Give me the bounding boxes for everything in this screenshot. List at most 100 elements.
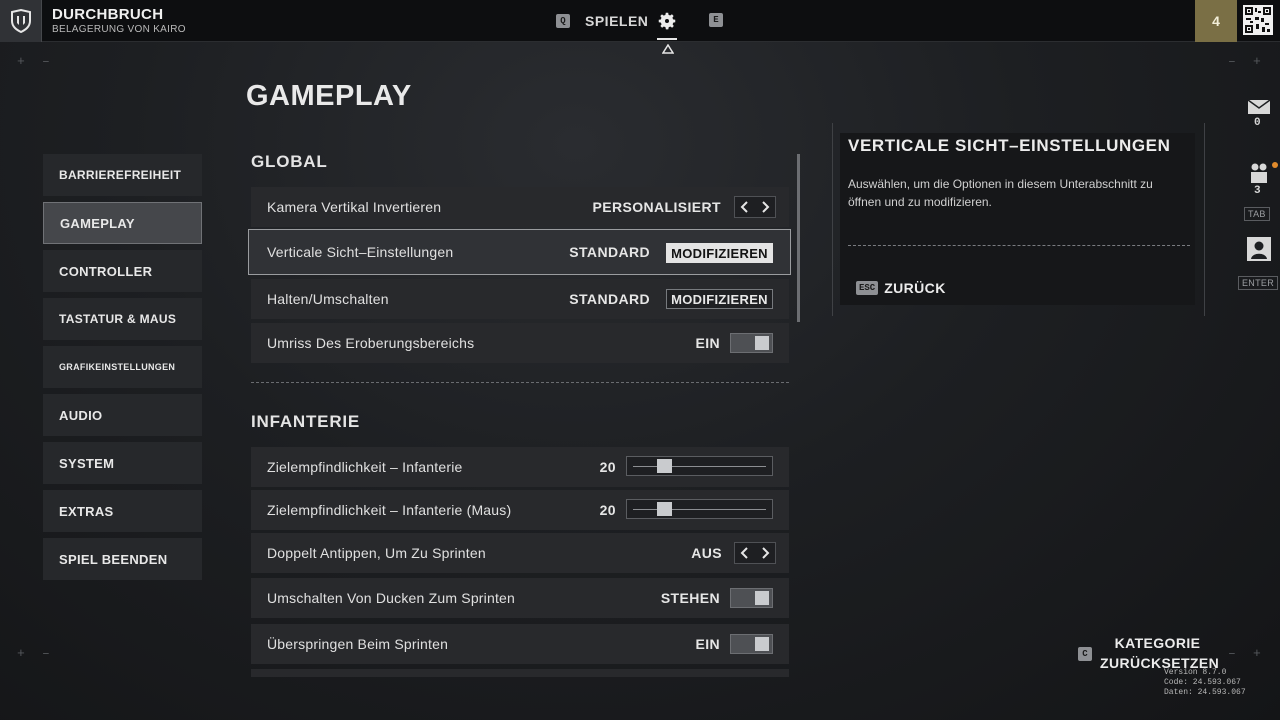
setting-label: Umriss Des Eroberungsbereichs [267, 335, 475, 351]
setting-value: STANDARD [569, 244, 650, 260]
setting-label: Kamera Vertikal Invertieren [267, 199, 442, 215]
sensitivity-slider[interactable] [626, 456, 773, 476]
top-bar: DURCHBRUCH BELAGERUNG VON KAIRO Q SPIELE… [0, 0, 1280, 42]
profile-icon [1247, 237, 1271, 261]
modify-button[interactable]: MODIFIZIEREN [666, 243, 773, 263]
toggle-knob [755, 637, 769, 651]
reset-category-button[interactable]: KATEGORIE ZURÜCKSETZEN [1100, 633, 1219, 673]
setting-value: AUS [691, 545, 722, 561]
squad-count: 3 [1254, 185, 1261, 197]
mode-logo [0, 0, 42, 42]
setting-label: Halten/Umschalten [267, 291, 389, 307]
sidebar-item-controller[interactable]: CONTROLLER [43, 250, 202, 292]
setting-label: Verticale Sicht–Einstellungen [267, 244, 454, 260]
option-selector[interactable] [734, 196, 776, 218]
squad-icon [1251, 163, 1267, 183]
setting-value: STEHEN [660, 590, 720, 606]
sidebar-item-extras[interactable]: EXTRAS [43, 490, 202, 532]
slider-track [633, 466, 766, 467]
active-tab-indicator [657, 38, 677, 40]
back-button[interactable]: ESC ZURÜCK [856, 280, 946, 296]
setting-label: Zielempfindlichkeit – Infanterie [267, 459, 463, 475]
nav-left-key[interactable]: Q [556, 14, 570, 28]
setting-row-kamera-vertikal[interactable]: Kamera Vertikal Invertieren PERSONALISIE… [251, 187, 789, 227]
reset-key: C [1078, 647, 1092, 661]
slider-thumb[interactable] [656, 502, 672, 516]
setting-label: Zielempfindlichkeit – Infanterie (Maus) [267, 502, 512, 518]
sidebar-item-tastatur-maus[interactable]: TASTATUR & MAUS [43, 298, 202, 340]
chevron-right-icon[interactable] [760, 201, 770, 213]
setting-label: Überspringen Beim Sprinten [267, 636, 449, 652]
sidebar-item-spiel-beenden[interactable]: SPIEL BEENDEN [43, 538, 202, 580]
profile-button[interactable] [1241, 234, 1277, 264]
mode-subtitle: BELAGERUNG VON KAIRO [52, 24, 186, 35]
notification-dot [1272, 162, 1278, 168]
sidebar-item-system[interactable]: SYSTEM [43, 442, 202, 484]
corner-mark: – [42, 646, 50, 661]
version-line: Version 8.7.0 [1164, 668, 1227, 677]
corner-mark: + [17, 54, 25, 69]
chevron-left-icon[interactable] [740, 201, 750, 213]
corner-mark: – [42, 54, 50, 69]
slider-thumb[interactable] [656, 459, 672, 473]
scrollbar[interactable] [797, 154, 800, 322]
section-title-infanterie: INFANTERIE [251, 412, 361, 431]
setting-row-doppelt-antippen[interactable]: Doppelt Antippen, Um Zu Sprinten AUS [251, 533, 789, 573]
setting-row-partial [251, 669, 789, 677]
toggle-knob [755, 336, 769, 350]
toggle-switch[interactable] [730, 588, 773, 608]
profile-key: ENTER [1238, 276, 1279, 290]
setting-row-verticale-sicht[interactable]: Verticale Sicht–Einstellungen STANDARD M… [248, 229, 791, 275]
info-description: Auswählen, um die Optionen in diesem Unt… [848, 177, 1153, 209]
option-selector[interactable] [734, 542, 776, 564]
section-title-global: GLOBAL [251, 152, 328, 171]
toggle-knob [755, 591, 769, 605]
nav-play-tab[interactable]: SPIELEN [585, 13, 648, 29]
setting-row-umriss-eroberungsbereich[interactable]: Umriss Des Eroberungsbereichs EIN [251, 323, 789, 363]
setting-row-ueberspringen-sprinten[interactable]: Überspringen Beim Sprinten EIN [251, 624, 789, 664]
gear-icon[interactable] [656, 10, 678, 32]
corner-mark: – [1228, 54, 1236, 69]
setting-label: Umschalten Von Ducken Zum Sprinten [267, 590, 516, 606]
data-line: Daten: 24.593.067 [1164, 688, 1246, 697]
section-divider [251, 382, 789, 383]
qr-icon[interactable] [1243, 5, 1273, 35]
version-info: Version 8.7.0 Code: 24.593.067 Daten: 24… [1164, 668, 1246, 698]
page-title: GAMEPLAY [246, 80, 412, 112]
setting-row-zielempfindlichkeit[interactable]: Zielempfindlichkeit – Infanterie 20 [251, 447, 789, 487]
sidebar-item-audio[interactable]: AUDIO [43, 394, 202, 436]
chevron-left-icon[interactable] [740, 547, 750, 559]
corner-mark: + [1253, 54, 1261, 69]
code-line: Code: 24.593.067 [1164, 678, 1241, 687]
setting-value: EIN [695, 335, 720, 351]
setting-label: Doppelt Antippen, Um Zu Sprinten [267, 545, 486, 561]
chevron-right-icon[interactable] [760, 547, 770, 559]
sensitivity-slider[interactable] [626, 499, 773, 519]
setting-value: STANDARD [569, 291, 650, 307]
mail-icon [1247, 99, 1271, 114]
mail-count: 0 [1254, 117, 1261, 129]
setting-row-halten-umschalten[interactable]: Halten/Umschalten STANDARD MODIFIZIEREN [251, 279, 789, 319]
setting-row-ducken-sprinten[interactable]: Umschalten Von Ducken Zum Sprinten STEHE… [251, 578, 789, 618]
setting-value: EIN [695, 636, 720, 652]
shield-icon [10, 9, 31, 33]
corner-mark: + [17, 646, 25, 661]
nav-right-key[interactable]: E [709, 13, 723, 27]
modify-button[interactable]: MODIFIZIEREN [666, 289, 773, 309]
toggle-switch[interactable] [730, 634, 773, 654]
player-level-badge[interactable]: 4 [1195, 0, 1237, 42]
setting-row-zielempfindlichkeit-maus[interactable]: Zielempfindlichkeit – Infanterie (Maus) … [251, 490, 789, 530]
mode-title: DURCHBRUCH [52, 6, 164, 23]
back-key: ESC [856, 281, 879, 295]
back-label: ZURÜCK [884, 280, 946, 296]
sidebar-item-grafikeinstellungen[interactable]: GRAFIKEINSTELLUNGEN [43, 346, 202, 388]
sidebar-item-gameplay[interactable]: GAMEPLAY [43, 202, 202, 244]
corner-mark: – [1228, 646, 1236, 661]
slider-value: 20 [599, 459, 616, 475]
toggle-switch[interactable] [730, 333, 773, 353]
info-title: VERTICALE SICHT–EINSTELLUNGEN [848, 136, 1171, 155]
sidebar-item-barrierefreiheit[interactable]: BARRIEREFREIHEIT [43, 154, 202, 196]
slider-value: 20 [599, 502, 616, 518]
info-divider [848, 245, 1190, 246]
setting-value: PERSONALISIERT [592, 199, 721, 215]
